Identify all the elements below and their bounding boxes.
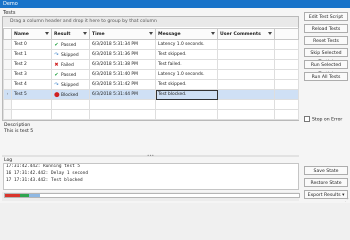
row-indicator[interactable] (3, 79, 12, 90)
run-all-tests-button[interactable]: Run All Tests (304, 72, 348, 81)
cell-name: Test 0 (11, 39, 52, 50)
cell-user-comments[interactable] (217, 39, 275, 50)
cell-message[interactable]: Test blocked. (155, 89, 218, 100)
reset-tests-button[interactable]: Reset Tests (304, 36, 348, 45)
progress-segment-passed (19, 194, 29, 197)
cell-message: Latency 1.0 seconds. (155, 39, 218, 50)
cell-name: Test 5 (11, 89, 52, 100)
skip-icon: ↷ (54, 51, 59, 58)
edit-test-script-button[interactable]: Edit Test Script (304, 12, 348, 21)
cell-result: ↷ Skipped (51, 79, 90, 90)
row-indicator[interactable]: › (3, 89, 12, 100)
column-header-time[interactable]: Time (89, 28, 156, 40)
skip-selected-tests-button[interactable]: Skip Selected Test(s) (304, 48, 348, 65)
cell-user-comments[interactable] (217, 79, 275, 90)
cell-result: ✔ Passed (51, 39, 90, 50)
cell-time: 6/3/2018 5:31:38 PM (89, 59, 156, 70)
restore-state-button[interactable]: Restore State (304, 178, 348, 187)
filter-icon[interactable] (149, 32, 153, 35)
title-bar: Demo (0, 0, 350, 8)
tests-grid: Drag a column header and drop it here to… (2, 16, 299, 121)
skip-icon: ↷ (54, 81, 59, 88)
actions-panel: Edit Test Script Reload Tests Reset Test… (300, 8, 350, 203)
splitter-handle[interactable]: ••• (2, 154, 299, 158)
table-row[interactable]: Test 4 ↷ Skipped 6/3/2018 5:31:42 PM Test… (3, 79, 299, 90)
cell-time: 6/3/2018 5:31:36 PM (89, 49, 156, 60)
progress-bar (4, 193, 300, 198)
filter-icon[interactable] (45, 32, 49, 35)
cell-message: Test skipped. (155, 49, 218, 60)
cell-name: Test 4 (11, 79, 52, 90)
filter-icon[interactable] (211, 32, 215, 35)
table-row[interactable]: Test 2 ✖ Failed 6/3/2018 5:31:38 PM Test … (3, 59, 299, 70)
row-indicator[interactable] (3, 39, 12, 50)
cell-time: 6/3/2018 5:31:34 PM (89, 39, 156, 50)
group-panel-hint[interactable]: Drag a column header and drop it here to… (3, 17, 298, 27)
check-icon: ✔ (54, 41, 59, 48)
blocked-icon: ⬤ (54, 91, 60, 98)
table-row-empty (3, 99, 299, 110)
column-header-user-comments[interactable]: User Comments (217, 28, 275, 40)
status-bar (2, 192, 300, 201)
table-row[interactable]: Test 3 ✔ Passed 6/3/2018 5:31:40 PM Laten… (3, 69, 299, 80)
save-state-button[interactable]: Save State (304, 166, 348, 175)
cell-result: ✔ Passed (51, 69, 90, 80)
stop-on-error-checkbox[interactable]: Stop on Error (304, 116, 342, 123)
filler-header (274, 28, 299, 40)
cell-message: Test skipped. (155, 79, 218, 90)
description-text: This is test 5 (4, 129, 34, 134)
log-line: 17 17:31:43.442: Test blocked (6, 178, 83, 183)
description-label: Description (4, 123, 31, 128)
cell-user-comments[interactable] (217, 89, 275, 100)
column-header-message[interactable]: Message (155, 28, 218, 40)
cell-result: ✖ Failed (51, 59, 90, 70)
row-indicator[interactable] (3, 69, 12, 80)
log-line: 16 17:31:42.442: Delay 1 second (6, 171, 88, 176)
column-header-result[interactable]: Result (51, 28, 90, 40)
row-indicator[interactable] (3, 59, 12, 70)
progress-segment-failed (5, 194, 20, 197)
checkbox-box[interactable] (304, 116, 310, 122)
cell-message: Latency 1.0 seconds. (155, 69, 218, 80)
cell-user-comments[interactable] (217, 49, 275, 60)
table-row-empty (3, 109, 299, 120)
x-icon: ✖ (54, 61, 59, 68)
row-indicator[interactable] (3, 49, 12, 60)
cell-result: ↷ Skipped (51, 49, 90, 60)
resize-grip-icon[interactable]: ⋰ (345, 197, 349, 202)
cell-message: Test failed. (155, 59, 218, 70)
cell-name: Test 1 (11, 49, 52, 60)
filter-icon[interactable] (268, 32, 272, 35)
row-indicator-header (3, 28, 12, 40)
log-output[interactable]: 17:31:42.442: Running test 5 16 17:31:42… (3, 163, 299, 190)
cell-name: Test 2 (11, 59, 52, 70)
column-header-name[interactable]: Name (11, 28, 52, 40)
cell-name: Test 3 (11, 69, 52, 80)
cell-time: 6/3/2018 5:31:42 PM (89, 79, 156, 90)
cell-result: ⬤Blocked (51, 89, 90, 100)
filter-icon[interactable] (83, 32, 87, 35)
cell-user-comments[interactable] (217, 59, 275, 70)
cell-user-comments[interactable] (217, 69, 275, 80)
app-window: Demo Tests Drag a column header and drop… (0, 0, 350, 203)
window-title: Demo (3, 1, 18, 7)
progress-segment-skipped (28, 194, 41, 197)
export-results-dropdown[interactable]: Export Results ▾ (304, 190, 348, 199)
run-selected-tests-button[interactable]: Run Selected Test(s) (304, 60, 348, 77)
table-row-selected[interactable]: › Test 5 ⬤Blocked 6/3/2018 5:31:44 PM Te… (3, 89, 299, 100)
cell-time: 6/3/2018 5:31:44 PM (89, 89, 156, 100)
table-row[interactable]: Test 1 ↷ Skipped 6/3/2018 5:31:36 PM Test… (3, 49, 299, 60)
table-row[interactable]: Test 0 ✔ Passed 6/3/2018 5:31:34 PM Laten… (3, 39, 299, 50)
check-icon: ✔ (54, 71, 59, 78)
log-line: 17:31:42.442: Running test 5 (6, 164, 81, 169)
cell-time: 6/3/2018 5:31:40 PM (89, 69, 156, 80)
reload-tests-button[interactable]: Reload Tests (304, 24, 348, 33)
tests-table: Name Result Time Message User Comments T… (3, 28, 299, 120)
